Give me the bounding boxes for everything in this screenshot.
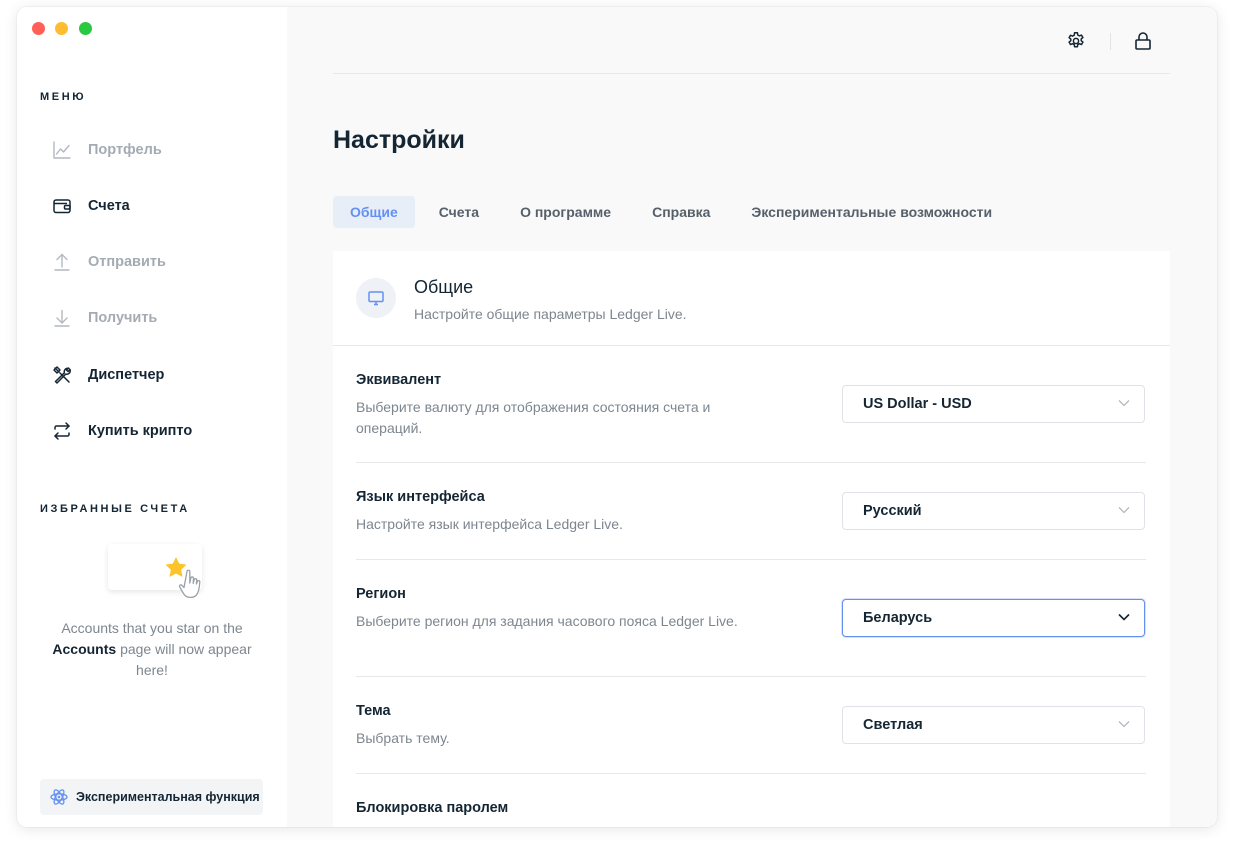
sidebar-item-manager[interactable]: Диспетчер — [40, 357, 270, 393]
maximize-window-button[interactable] — [79, 22, 92, 35]
chevron-down-icon — [1118, 507, 1130, 514]
sidebar-item-label: Счета — [88, 198, 130, 214]
sidebar-item-label: Диспетчер — [88, 367, 165, 383]
select-value: Светлая — [863, 717, 923, 733]
sidebar-item-send[interactable]: Отправить — [40, 244, 270, 280]
general-settings-card: Общие Настройте общие параметры Ledger L… — [333, 251, 1170, 827]
setting-row-theme: Тема Выбрать тему. Светлая — [356, 677, 1146, 774]
setting-title: Эквивалент — [356, 372, 442, 388]
experimental-feature-button[interactable]: Экспериментальная функция — [40, 779, 263, 815]
main-content: Настройки Общие Счета О программе Справк… — [287, 7, 1217, 827]
sidebar-item-accounts[interactable]: Счета — [40, 188, 270, 224]
setting-row-countervalue: Эквивалент Выберите валюту для отображен… — [356, 346, 1146, 463]
sidebar-item-label: Купить крипто — [88, 423, 193, 439]
wallet-icon — [50, 194, 74, 218]
favorites-empty-text: Accounts that you star on the — [61, 620, 243, 636]
setting-row-region: Регион Выберите регион для задания часов… — [356, 560, 1146, 677]
minimize-window-button[interactable] — [55, 22, 68, 35]
chevron-down-icon — [1118, 721, 1130, 728]
setting-title: Язык интерфейса — [356, 489, 485, 505]
arrow-up-icon — [50, 250, 74, 274]
tab-help[interactable]: Справка — [635, 196, 727, 228]
close-window-button[interactable] — [32, 22, 45, 35]
sidebar-item-label: Отправить — [88, 254, 166, 270]
tab-accounts[interactable]: Счета — [422, 196, 496, 228]
favorites-section-title: ИЗБРАННЫЕ СЧЕТА — [40, 503, 190, 515]
sidebar-item-portfolio[interactable]: Портфель — [40, 132, 270, 168]
sidebar-item-receive[interactable]: Получить — [40, 300, 270, 336]
sidebar-item-label: Получить — [88, 310, 158, 326]
sidebar: МЕНЮ Портфель Счета Отправить Получить Д… — [17, 7, 287, 827]
desktop-icon — [356, 278, 396, 318]
setting-title: Блокировка паролем — [356, 800, 509, 816]
setting-description: Выберите регион для задания часового поя… — [356, 613, 738, 629]
topbar-divider-line — [333, 73, 1170, 74]
tab-general[interactable]: Общие — [333, 196, 415, 228]
atom-icon — [50, 789, 68, 805]
lock-icon[interactable] — [1131, 29, 1155, 53]
theme-select[interactable]: Светлая — [842, 706, 1145, 744]
setting-title: Тема — [356, 703, 391, 719]
language-select[interactable]: Русский — [842, 492, 1145, 530]
swap-icon — [50, 419, 74, 443]
tab-experimental[interactable]: Экспериментальные возможности — [734, 196, 1009, 228]
setting-description: Выбрать тему. — [356, 730, 450, 746]
chart-icon — [50, 138, 74, 162]
gear-icon[interactable] — [1064, 29, 1088, 53]
select-value: Беларусь — [863, 610, 933, 626]
countervalue-select[interactable]: US Dollar - USD — [842, 385, 1145, 423]
section-header: Общие Настройте общие параметры Ledger L… — [333, 251, 1170, 346]
pointer-hand-icon — [177, 566, 209, 609]
topbar-divider — [1110, 33, 1111, 50]
sidebar-item-label: Портфель — [88, 142, 162, 158]
select-value: US Dollar - USD — [863, 396, 972, 412]
chevron-down-icon — [1118, 613, 1130, 621]
setting-title: Регион — [356, 586, 406, 602]
experimental-feature-label: Экспериментальная функция — [76, 790, 260, 804]
region-select[interactable]: Беларусь — [842, 599, 1145, 637]
favorites-empty-accounts-word: Accounts — [52, 641, 117, 657]
favorites-empty-text: page will now appear here! — [120, 641, 252, 678]
settings-tabs: Общие Счета О программе Справка Эксперим… — [333, 196, 1016, 228]
setting-description: Настройте язык интерфейса Ledger Live. — [356, 516, 623, 532]
tab-about[interactable]: О программе — [503, 196, 628, 228]
page-title: Настройки — [333, 126, 465, 154]
arrow-down-icon — [50, 306, 74, 330]
chevron-down-icon — [1118, 400, 1130, 407]
section-title: Общие — [414, 277, 474, 297]
setting-description: Выберите валюту для отображения состояни… — [356, 399, 711, 436]
setting-row-language: Язык интерфейса Настройте язык интерфейс… — [356, 463, 1146, 560]
setting-row-password-lock: Блокировка паролем — [356, 774, 1146, 827]
sidebar-item-buy-crypto[interactable]: Купить крипто — [40, 413, 270, 449]
section-subtitle: Настройте общие параметры Ledger Live. — [414, 306, 687, 322]
tools-icon — [50, 363, 74, 387]
select-value: Русский — [863, 503, 922, 519]
app-window: МЕНЮ Портфель Счета Отправить Получить Д… — [17, 7, 1217, 827]
menu-section-title: МЕНЮ — [40, 91, 87, 103]
favorites-empty-message: Accounts that you star on the Accounts p… — [39, 618, 265, 681]
